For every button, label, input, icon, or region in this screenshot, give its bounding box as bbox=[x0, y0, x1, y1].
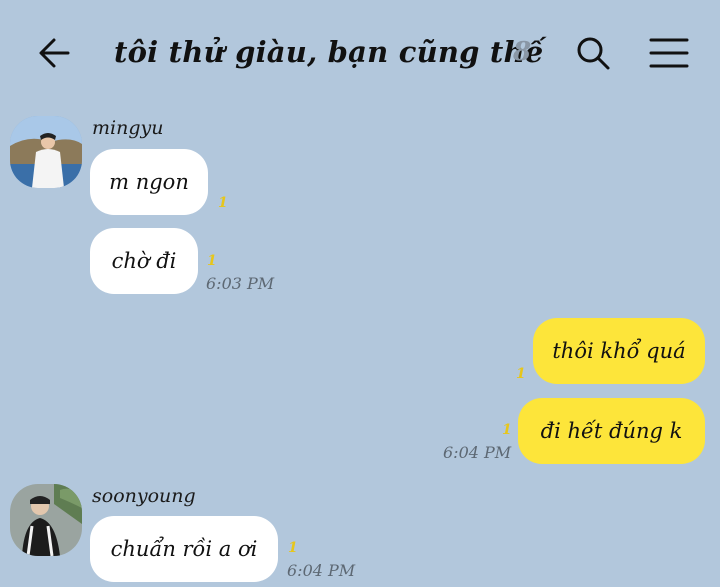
unread-count: 1 bbox=[516, 366, 526, 382]
message-text: chờ đi bbox=[111, 249, 177, 273]
message-timestamp: 6:04 PM bbox=[443, 443, 512, 462]
message-timestamp: 6:04 PM bbox=[287, 561, 356, 580]
avatar-photo-icon bbox=[10, 116, 82, 188]
message-bubble[interactable]: thôi khổ quá bbox=[533, 318, 705, 384]
avatar-mingyu[interactable] bbox=[10, 116, 82, 188]
message-bubble[interactable]: m ngon bbox=[90, 149, 208, 215]
message-bubble[interactable]: chuẩn rồi a ơi bbox=[90, 516, 278, 582]
message-timestamp: 6:03 PM bbox=[206, 274, 275, 293]
message-text: thôi khổ quá bbox=[552, 339, 686, 363]
back-button[interactable] bbox=[34, 34, 74, 72]
message-text: chuẩn rồi a ơi bbox=[110, 537, 258, 561]
sender-name: soonyoung bbox=[92, 485, 196, 507]
avatar-photo-icon bbox=[10, 484, 82, 556]
message-bubble[interactable]: chờ đi bbox=[90, 228, 198, 294]
unread-count: 1 bbox=[502, 422, 512, 438]
chat-title: tôi thử giàu, bạn cũng thế bbox=[114, 35, 544, 69]
unread-count: 1 bbox=[207, 253, 217, 269]
hamburger-menu-icon bbox=[649, 38, 689, 68]
unread-count: 1 bbox=[218, 195, 228, 211]
menu-button[interactable] bbox=[648, 36, 690, 70]
search-icon bbox=[577, 37, 610, 70]
member-count: 8 bbox=[513, 37, 532, 67]
unread-count: 1 bbox=[288, 540, 298, 556]
sender-name: mingyu bbox=[92, 117, 164, 139]
arrow-left-icon bbox=[39, 38, 70, 68]
search-button[interactable] bbox=[574, 34, 612, 72]
message-bubble[interactable]: đi hết đúng k bbox=[518, 398, 705, 464]
message-text: đi hết đúng k bbox=[540, 419, 683, 443]
message-text: m ngon bbox=[109, 170, 189, 194]
avatar-soonyoung[interactable] bbox=[10, 484, 82, 556]
